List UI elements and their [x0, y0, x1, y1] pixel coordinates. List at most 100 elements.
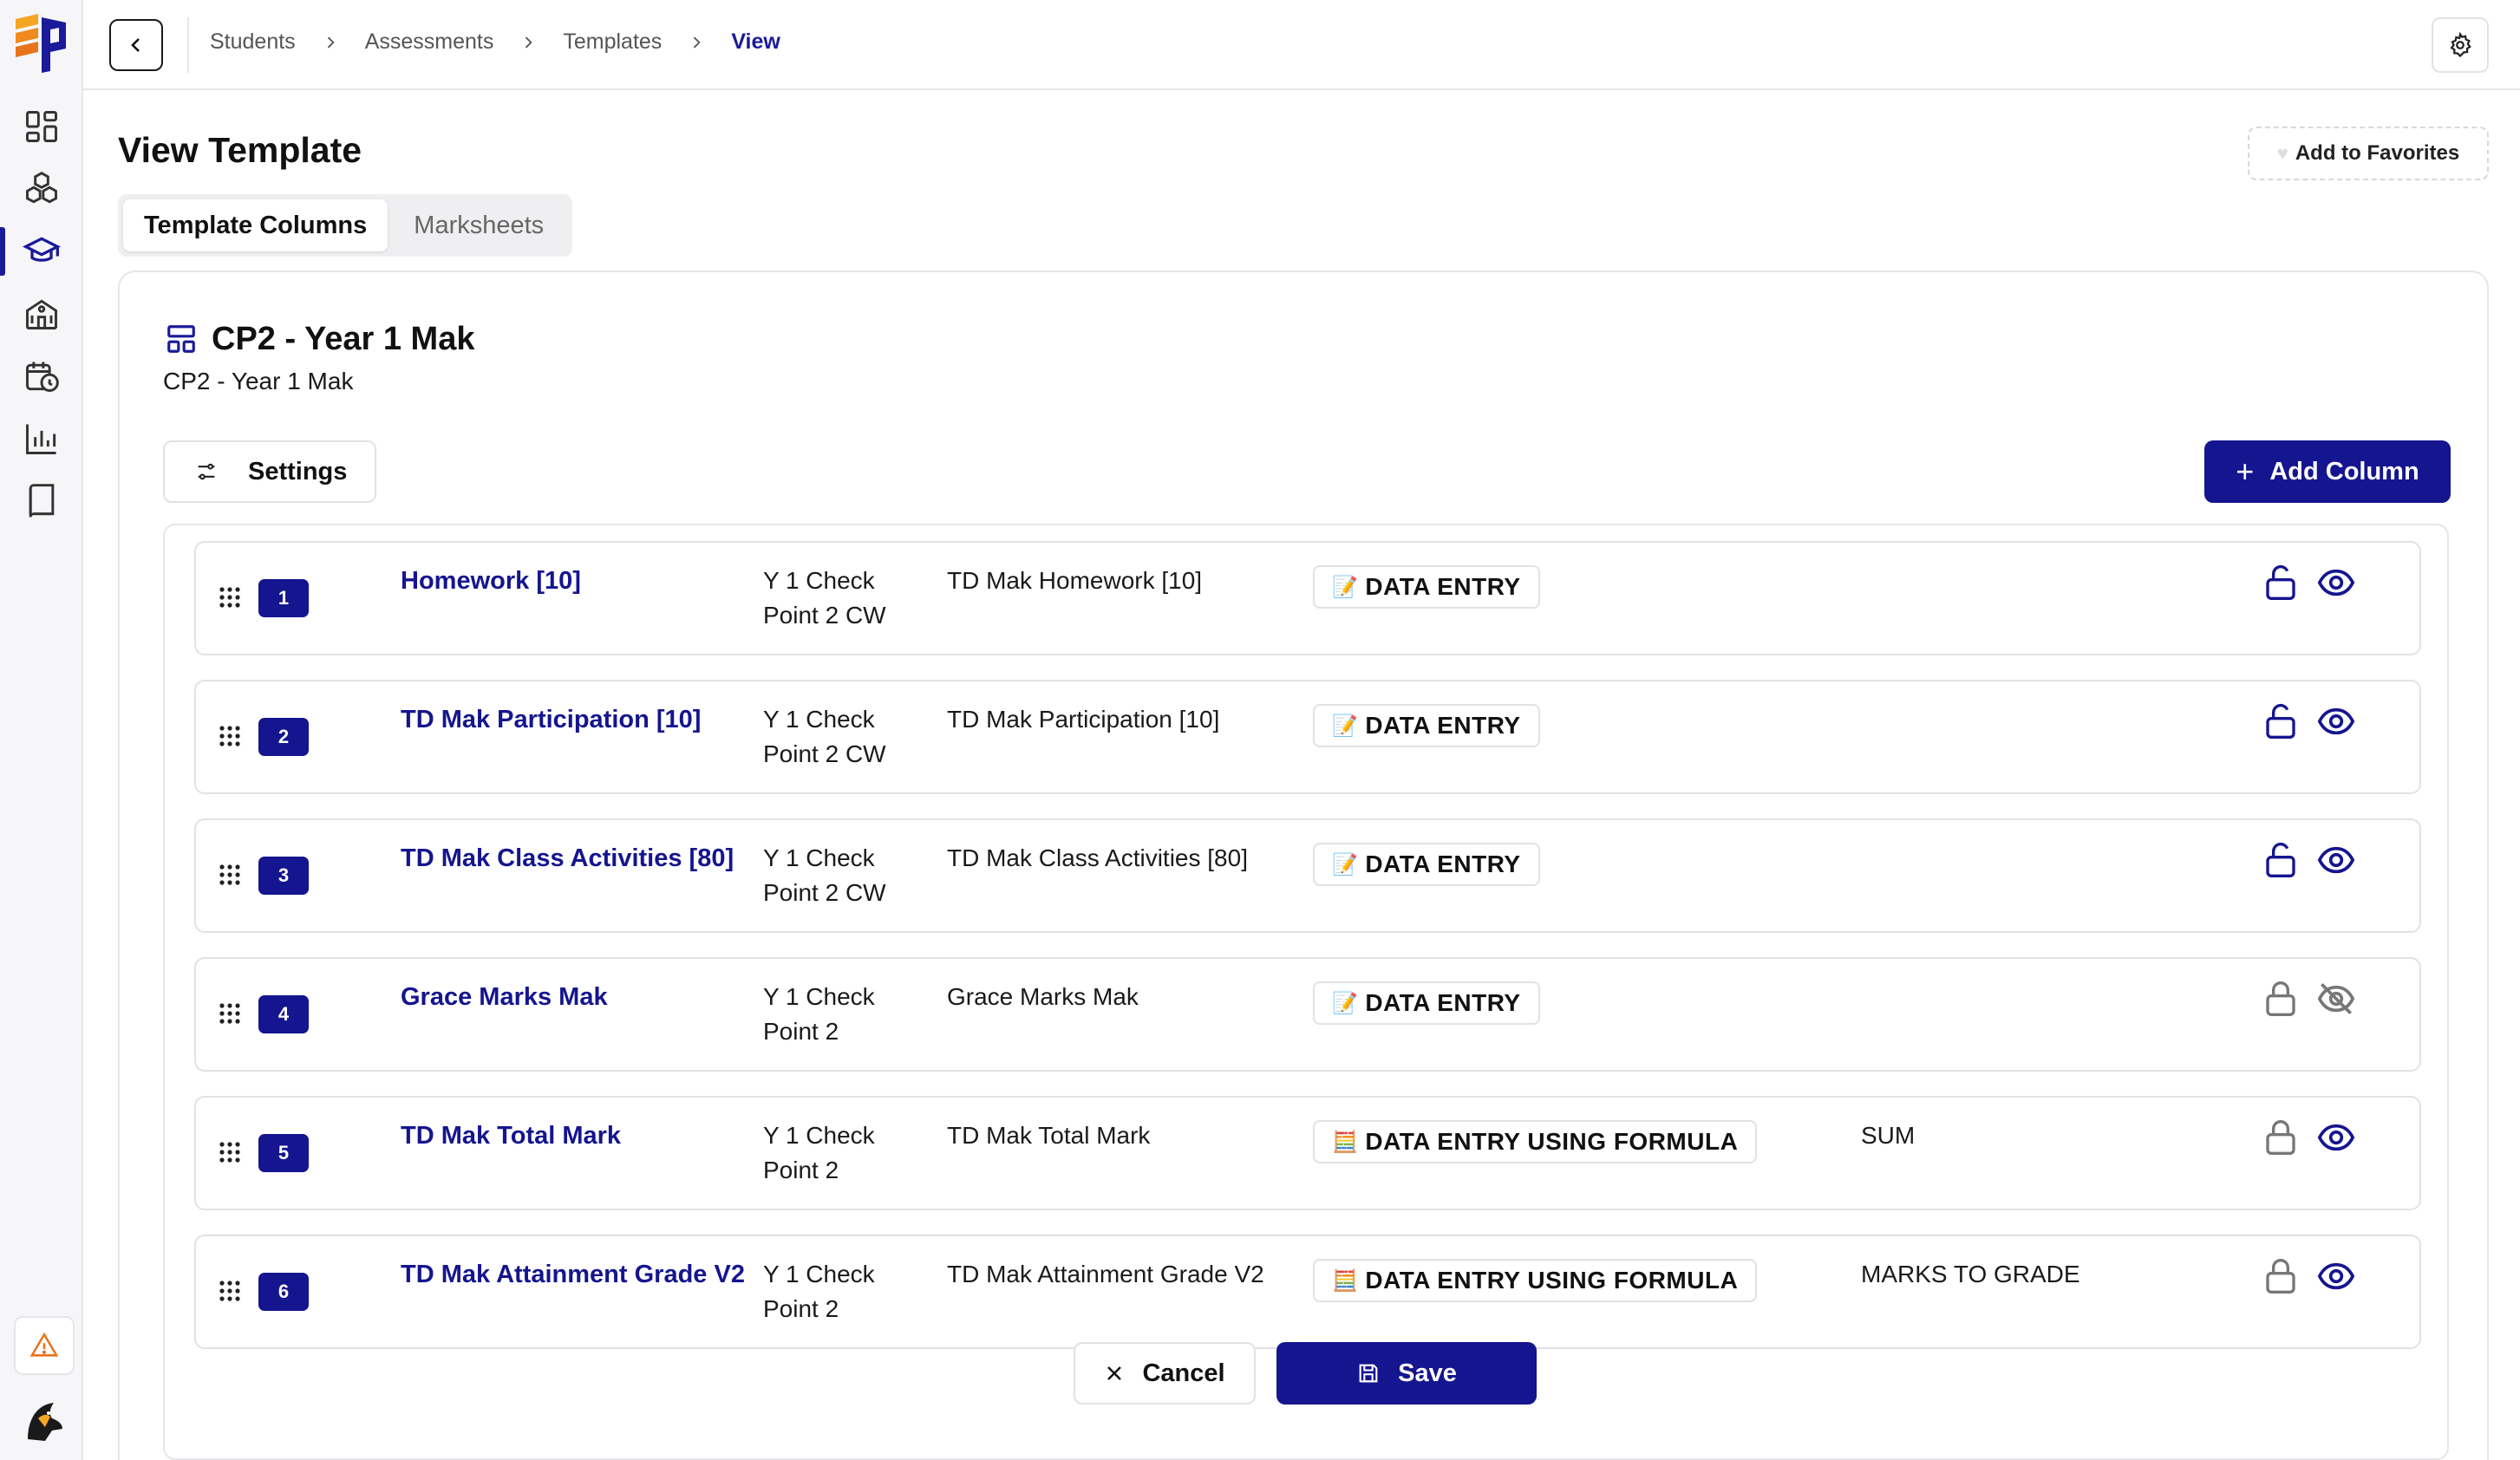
column-name-link[interactable]: TD Mak Class Activities [80] [401, 841, 765, 876]
graduation-cap-icon [23, 237, 61, 262]
eye-icon[interactable] [2317, 704, 2355, 739]
column-type-label: DATA ENTRY [1365, 712, 1521, 739]
chevron-right-icon [526, 36, 532, 48]
gear-icon [2450, 32, 2471, 58]
column-type-badge: 📝 DATA ENTRY [1313, 565, 1540, 609]
type-icon: 📝 [1332, 991, 1359, 1015]
column-name-link[interactable]: TD Mak Participation [10] [401, 702, 765, 737]
column-number-badge: 3 [258, 857, 309, 895]
column-type-badge: 📝 DATA ENTRY [1313, 981, 1540, 1025]
breadcrumb-assessments[interactable]: Assessments [365, 29, 494, 55]
cancel-button[interactable]: Cancel [1074, 1342, 1256, 1405]
eye-icon[interactable] [2317, 565, 2355, 600]
lock-icon[interactable] [2263, 980, 2298, 1018]
add-column-label: Add Column [2269, 457, 2419, 486]
user-avatar[interactable] [19, 1394, 71, 1446]
sidebar-item-modules[interactable] [0, 158, 83, 220]
template-subtitle: CP2 - Year 1 Mak [163, 368, 354, 394]
page-title: View Template [118, 130, 362, 170]
column-name-link[interactable]: Homework [10] [401, 564, 765, 598]
tab-marksheets[interactable]: Marksheets [393, 199, 565, 251]
column-group: Y 1 Check Point 2 [763, 1122, 875, 1183]
warning-icon [29, 1332, 59, 1357]
sidebar-item-school[interactable] [0, 283, 83, 345]
sidebar-item-dashboard[interactable] [0, 95, 83, 158]
chevron-left-icon [131, 38, 140, 52]
eye-icon[interactable] [2317, 1120, 2355, 1155]
sidebar-item-reports[interactable] [0, 407, 83, 470]
tab-template-columns[interactable]: Template Columns [123, 199, 388, 251]
column-type-label: DATA ENTRY USING FORMULA [1365, 1267, 1739, 1294]
lock-icon[interactable] [2263, 1118, 2298, 1157]
sidebar [0, 0, 83, 1460]
column-type-label: DATA ENTRY [1365, 851, 1521, 877]
column-row: 5 TD Mak Total Mark Y 1 Check Point 2 TD… [194, 1096, 2421, 1210]
sidebar-item-library[interactable] [0, 470, 83, 532]
drag-handle-icon[interactable] [219, 864, 241, 886]
column-type-badge: 📝 DATA ENTRY [1313, 704, 1540, 747]
column-name-link[interactable]: Grace Marks Mak [401, 980, 765, 1014]
column-label: TD Mak Class Activities [80] [947, 844, 1248, 871]
sidebar-item-schedule[interactable] [0, 345, 83, 407]
type-icon: 🧮 [1332, 1268, 1359, 1293]
save-icon [1359, 1364, 1378, 1383]
eye-icon[interactable] [2317, 1259, 2355, 1294]
column-label: TD Mak Homework [10] [947, 567, 1203, 594]
column-row: 6 TD Mak Attainment Grade V2 Y 1 Check P… [194, 1235, 2421, 1349]
column-row: 3 TD Mak Class Activities [80] Y 1 Check… [194, 818, 2421, 933]
drag-handle-icon[interactable] [219, 1280, 241, 1302]
lock-icon[interactable] [2263, 1257, 2298, 1295]
column-number-badge: 1 [258, 579, 309, 617]
type-icon: 📝 [1332, 714, 1359, 738]
column-formula: SUM [1861, 1122, 1916, 1149]
column-type-label: DATA ENTRY [1365, 573, 1521, 600]
column-row: 1 Homework [10] Y 1 Check Point 2 CW TD … [194, 541, 2421, 655]
column-group: Y 1 Check Point 2 CW [763, 844, 886, 906]
cancel-label: Cancel [1142, 1359, 1225, 1387]
template-layout-icon [167, 325, 195, 353]
back-button[interactable] [109, 19, 163, 71]
column-row: 4 Grace Marks Mak Y 1 Check Point 2 Grac… [194, 957, 2421, 1072]
column-type-badge: 📝 DATA ENTRY [1313, 843, 1540, 886]
column-name-link[interactable]: TD Mak Total Mark [401, 1118, 765, 1153]
column-label: Grace Marks Mak [947, 983, 1139, 1010]
drag-handle-icon[interactable] [219, 586, 241, 609]
school-building-icon [26, 299, 57, 329]
settings-gear-button[interactable] [2432, 17, 2489, 73]
app-logo[interactable] [12, 14, 69, 73]
settings-label: Settings [248, 457, 348, 486]
column-group: Y 1 Check Point 2 [763, 983, 875, 1045]
eye-icon[interactable] [2317, 843, 2355, 877]
column-row: 2 TD Mak Participation [10] Y 1 Check Po… [194, 680, 2421, 794]
column-number-badge: 4 [258, 995, 309, 1033]
drag-handle-icon[interactable] [219, 725, 241, 747]
breadcrumb-students[interactable]: Students [210, 29, 296, 55]
breadcrumb-templates[interactable]: Templates [563, 29, 662, 55]
column-label: TD Mak Participation [10] [947, 706, 1220, 733]
column-name-link[interactable]: TD Mak Attainment Grade V2 [401, 1257, 765, 1292]
add-to-favorites-button[interactable]: ♥ Add to Favorites [2248, 127, 2489, 180]
breadcrumb: Students Assessments Templates View [210, 29, 780, 55]
column-label: TD Mak Total Mark [947, 1122, 1151, 1149]
sidebar-item-students[interactable] [0, 220, 83, 283]
eye-icon[interactable] [2317, 981, 2355, 1016]
chevron-right-icon [694, 36, 701, 48]
drag-handle-icon[interactable] [219, 1141, 241, 1163]
breadcrumb-view: View [731, 29, 780, 54]
column-number-badge: 6 [258, 1273, 309, 1311]
lock-icon[interactable] [2263, 702, 2298, 740]
add-column-button[interactable]: + Add Column [2204, 440, 2451, 503]
type-icon: 🧮 [1332, 1130, 1359, 1154]
drag-handle-icon[interactable] [219, 1002, 241, 1025]
calendar-clock-icon [26, 362, 59, 392]
alerts-button[interactable] [14, 1316, 75, 1375]
column-group: Y 1 Check Point 2 [763, 1261, 875, 1322]
settings-button[interactable]: Settings [163, 440, 376, 503]
plus-icon: + [2236, 453, 2255, 489]
lock-icon[interactable] [2263, 841, 2298, 879]
cubes-icon [26, 171, 57, 204]
lock-icon[interactable] [2263, 564, 2298, 602]
column-type-badge: 🧮 DATA ENTRY USING FORMULA [1313, 1259, 1758, 1302]
save-button[interactable]: Save [1276, 1342, 1537, 1405]
top-bar: Students Assessments Templates View [83, 0, 2520, 90]
